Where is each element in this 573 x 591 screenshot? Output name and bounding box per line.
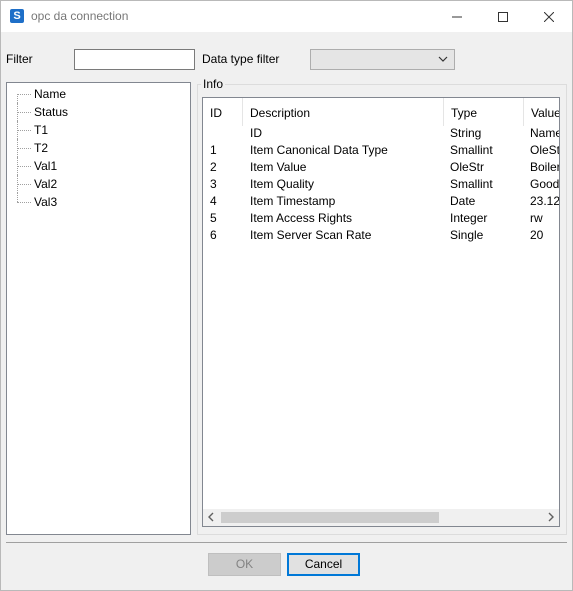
column-header-value[interactable]: Value [524, 98, 559, 126]
table-row[interactable]: ID String Name [203, 125, 559, 142]
column-header-id[interactable]: ID [203, 98, 243, 126]
info-label: Info [201, 77, 226, 91]
table-row[interactable]: 3 Item Quality Smallint Good [203, 176, 559, 193]
type-filter-label: Data type filter [202, 52, 280, 66]
tree-item-val3[interactable]: Val3 [7, 193, 177, 211]
filter-label: Filter [6, 52, 33, 66]
close-button[interactable] [526, 1, 572, 32]
scroll-right-icon [548, 512, 554, 522]
maximize-icon [498, 11, 508, 22]
column-header-type[interactable]: Type [444, 98, 524, 126]
maximize-button[interactable] [480, 1, 526, 32]
title-bar[interactable]: S opc da connection [1, 1, 572, 32]
tree-item-t1[interactable]: T1 [7, 121, 177, 139]
column-header-description[interactable]: Description [243, 98, 444, 126]
tree-item-val2[interactable]: Val2 [7, 175, 177, 193]
minimize-icon [452, 16, 462, 18]
window-title: opc da connection [31, 9, 129, 23]
info-table[interactable]: ID Description Type Value ID String Name… [202, 97, 560, 527]
tree-item-name[interactable]: Name [7, 85, 177, 103]
tree-item-val1[interactable]: Val1 [7, 157, 177, 175]
table-row[interactable]: 1 Item Canonical Data Type Smallint OleS… [203, 142, 559, 159]
divider [6, 542, 567, 543]
horizontal-scrollbar[interactable] [203, 509, 559, 526]
tree-item-status[interactable]: Status [7, 103, 177, 121]
chevron-down-icon [438, 56, 448, 62]
scrollbar-thumb[interactable] [221, 512, 439, 523]
ok-button[interactable]: OK [208, 553, 281, 576]
table-row[interactable]: 4 Item Timestamp Date 23.12 [203, 193, 559, 210]
minimize-button[interactable] [434, 1, 480, 32]
table-row[interactable]: 6 Item Server Scan Rate Single 20 [203, 227, 559, 244]
cancel-button[interactable]: Cancel [287, 553, 360, 576]
tree-item-t2[interactable]: T2 [7, 139, 177, 157]
table-row[interactable]: 5 Item Access Rights Integer rw [203, 210, 559, 227]
tree-view[interactable]: Name Status T1 T2 Val1 Val2 Val3 [6, 82, 191, 535]
type-filter-select[interactable] [310, 49, 455, 70]
filter-input[interactable] [74, 49, 195, 70]
app-icon: S [10, 9, 24, 23]
scroll-left-icon [208, 512, 214, 522]
table-row[interactable]: 2 Item Value OleStr Boiler [203, 159, 559, 176]
close-icon [543, 11, 555, 23]
